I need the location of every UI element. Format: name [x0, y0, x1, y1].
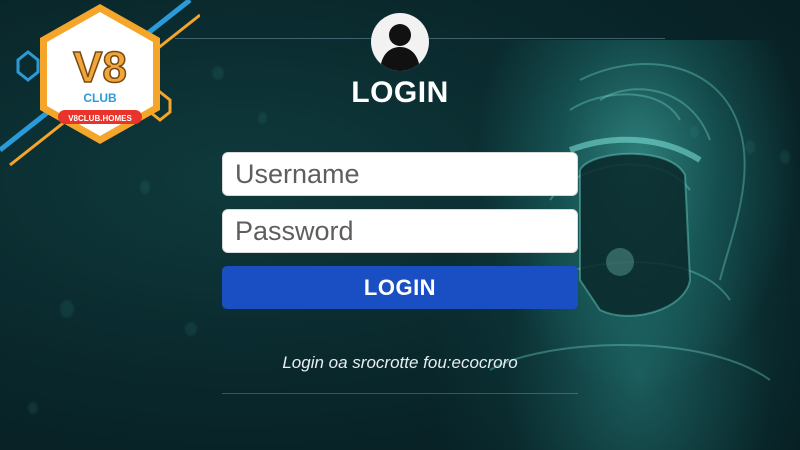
- logo-brand-text: V8: [73, 43, 127, 92]
- background-bokeh: [60, 300, 74, 318]
- bottom-divider: [222, 393, 578, 394]
- logo-url-text: V8CLUB.HOMES: [68, 114, 132, 123]
- login-button[interactable]: LOGIN: [222, 266, 578, 309]
- v8club-logo-graphic: V8 CLUB V8CLUB.HOMES: [0, 0, 201, 167]
- background-bokeh: [690, 126, 699, 138]
- user-silhouette-icon: [371, 13, 429, 71]
- login-title: LOGIN: [351, 76, 449, 109]
- background-bokeh: [185, 322, 197, 336]
- background-bokeh: [780, 150, 790, 164]
- login-hint-text: Login oa srocrotte fou:ecocroro: [282, 353, 518, 372]
- logo-sub-text: CLUB: [83, 91, 117, 105]
- background-bokeh: [140, 180, 150, 194]
- brand-logo[interactable]: V8 CLUB V8CLUB.HOMES: [0, 0, 201, 170]
- password-input[interactable]: [222, 209, 578, 253]
- background-bokeh: [745, 140, 755, 154]
- background-bokeh: [28, 402, 38, 414]
- background-bokeh: [212, 66, 224, 80]
- username-input[interactable]: [222, 152, 578, 196]
- background-bokeh: [258, 112, 267, 124]
